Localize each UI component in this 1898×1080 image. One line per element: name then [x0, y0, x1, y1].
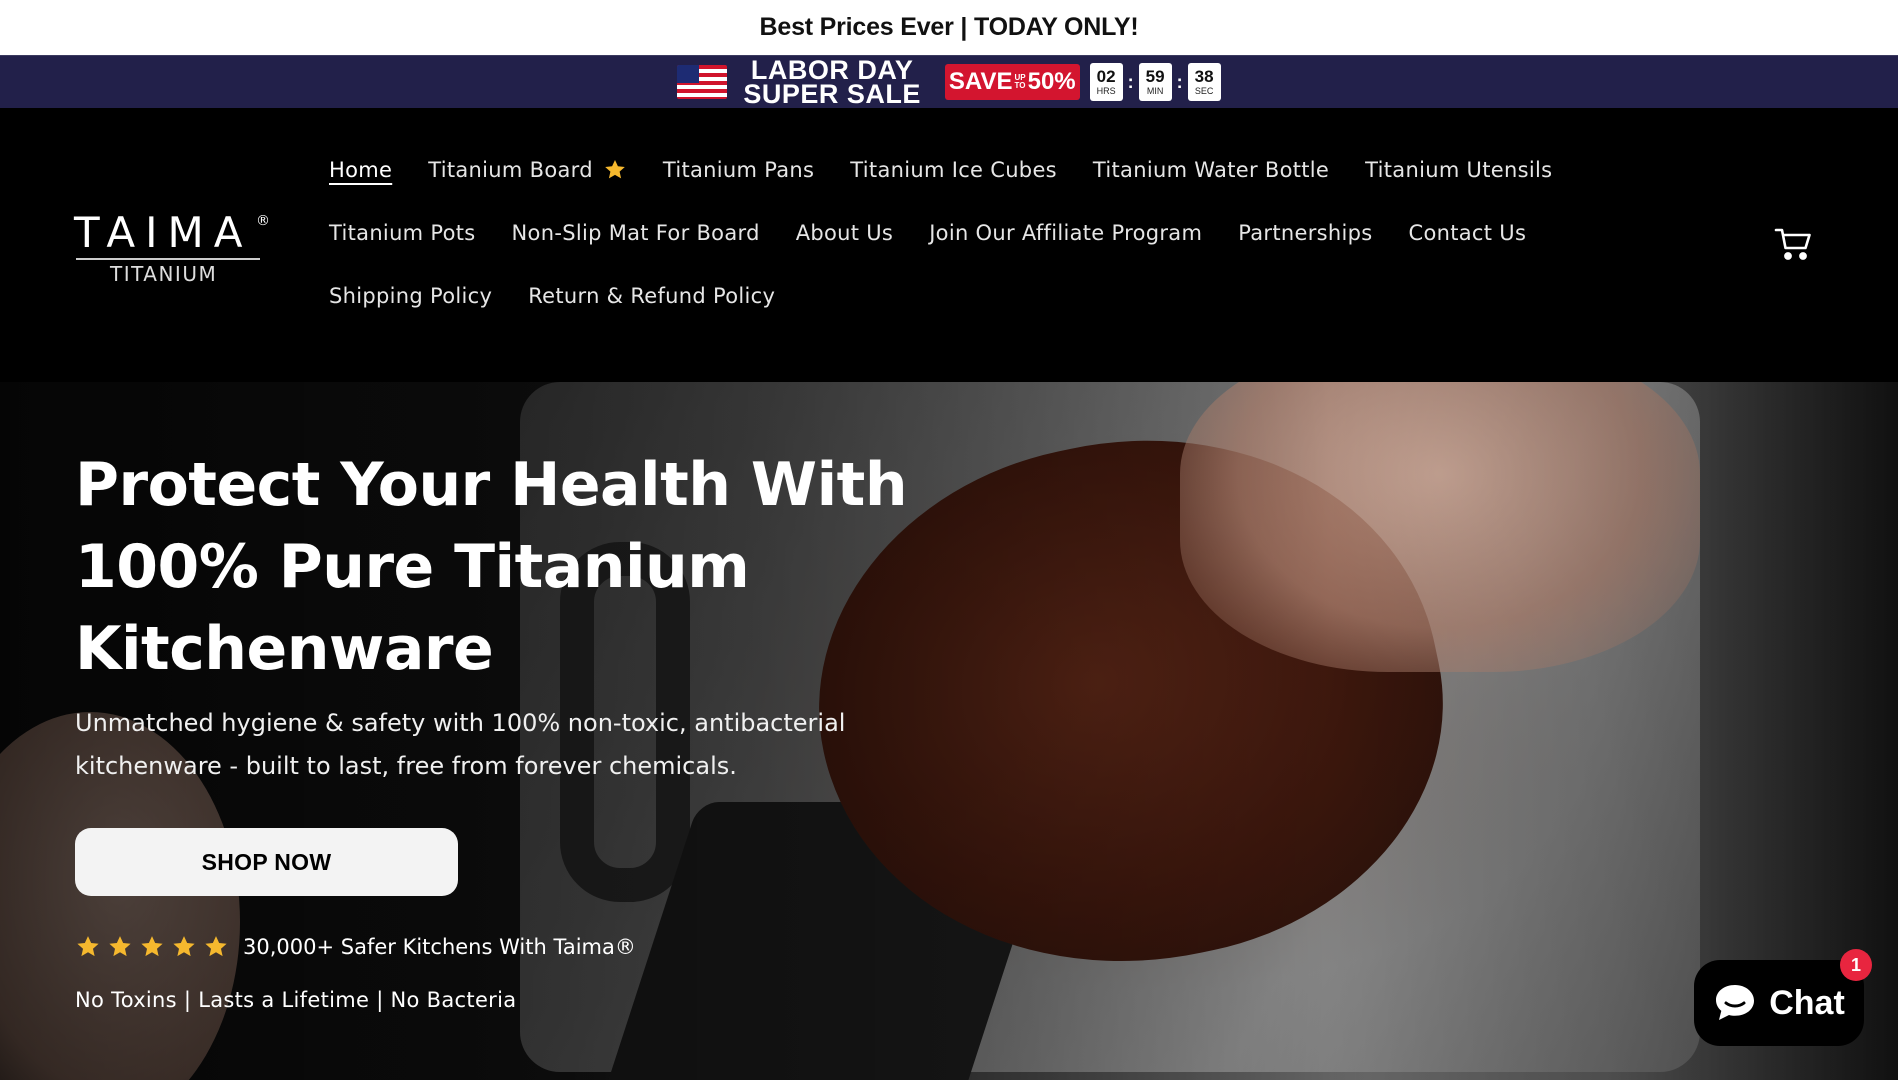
hero-features: No Toxins | Lasts a Lifetime | No Bacter… [75, 988, 517, 1012]
timer-separator: : [1127, 71, 1134, 92]
star-icon [205, 936, 227, 957]
hero-title-line2: 100% Pure Titanium [75, 532, 750, 602]
timer-hours-label: HRS [1096, 86, 1116, 96]
nav-link-home[interactable]: Home [329, 158, 392, 182]
nav-link-titanium-board[interactable]: Titanium Board [428, 158, 627, 182]
nav-link-label: Shipping Policy [329, 283, 493, 308]
logo-divider [76, 258, 260, 260]
nav-link-label: Titanium Utensils [1365, 157, 1553, 182]
announcement-text: Best Prices Ever | TODAY ONLY! [759, 13, 1139, 41]
nav-link-titanium-pans[interactable]: Titanium Pans [663, 158, 814, 182]
star-icon [173, 936, 195, 957]
hero-title-line3: Kitchenware [75, 614, 494, 684]
rating-row: 30,000+ Safer Kitchens With Taima® [75, 934, 975, 960]
timer-seconds-value: 38 [1194, 67, 1214, 86]
timer-hours: 02 HRS [1089, 63, 1123, 101]
star-icon [109, 936, 131, 957]
rating-text: 30,000+ Safer Kitchens With Taima® [243, 935, 636, 959]
nav-link-label: Titanium Ice Cubes [850, 157, 1057, 182]
announcement-bar: Best Prices Ever | TODAY ONLY! [0, 0, 1898, 55]
nav-link-label: Contact Us [1408, 220, 1527, 245]
nav-row-2: Titanium Pots Non-Slip Mat For Board Abo… [329, 201, 1659, 264]
nav-link-label: Join Our Affiliate Program [929, 220, 1203, 245]
hero-subtitle-line1: Unmatched hygiene & safety with 100% non… [75, 709, 846, 737]
chat-notification-badge: 1 [1840, 949, 1872, 981]
chat-button[interactable]: Chat [1694, 960, 1864, 1046]
logo-subtitle: TITANIUM [110, 262, 218, 286]
chat-bubble-icon [1716, 985, 1755, 1020]
hero-section: Protect Your Health With 100% Pure Titan… [0, 382, 1898, 1080]
nav-link-label: Titanium Water Bottle [1092, 157, 1330, 182]
cart-icon[interactable] [1774, 224, 1814, 264]
sale-banner[interactable]: LABOR DAY SUPER SALE SAVE UP TO 50% 02 H… [0, 55, 1898, 108]
nav-link-non-slip-mat[interactable]: Non-Slip Mat For Board [512, 221, 760, 245]
nav-link-label: Home [329, 157, 393, 182]
hero-title: Protect Your Health With 100% Pure Titan… [75, 444, 975, 690]
nav-link-titanium-pots[interactable]: Titanium Pots [329, 221, 476, 245]
timer-hours-value: 02 [1096, 67, 1116, 86]
sale-title-line2: SUPER SALE [743, 79, 921, 109]
nav-row-3: Shipping Policy Return & Refund Policy [329, 264, 1659, 327]
hero-subtitle-line2: kitchenware - built to last, free from f… [75, 752, 737, 780]
nav-row-1: Home Titanium Board Titanium Pans Titani… [329, 138, 1659, 201]
nav-link-titanium-utensils[interactable]: Titanium Utensils [1365, 158, 1552, 182]
site-header: TAIMA ® TITANIUM Home Titanium Board Tit… [0, 108, 1898, 382]
save-label: SAVE [948, 68, 1013, 95]
shop-now-label: SHOP NOW [201, 848, 332, 875]
hero-content: Protect Your Health With 100% Pure Titan… [75, 444, 975, 1012]
timer-minutes: 59 MIN [1138, 63, 1172, 101]
nav-link-return-refund-policy[interactable]: Return & Refund Policy [528, 284, 775, 308]
rating-stars [75, 934, 229, 960]
timer-minutes-value: 59 [1145, 67, 1165, 86]
nav-link-about-us[interactable]: About Us [796, 221, 893, 245]
nav-link-shipping-policy[interactable]: Shipping Policy [329, 284, 492, 308]
shop-now-button[interactable]: SHOP NOW [75, 828, 458, 896]
logo-wordmark: TAIMA [74, 208, 253, 257]
timer-seconds-label: SEC [1194, 86, 1214, 96]
sale-title: LABOR DAY SUPER SALE [743, 57, 921, 109]
save-percent: 50% [1027, 68, 1076, 95]
nav-link-label: Partnerships [1238, 220, 1373, 245]
hero-subtitle: Unmatched hygiene & safety with 100% non… [75, 702, 935, 788]
upto-label: UP TO [1014, 74, 1025, 90]
nav-link-titanium-water-bottle[interactable]: Titanium Water Bottle [1093, 158, 1329, 182]
upto-line2: TO [1014, 81, 1026, 90]
nav-link-partnerships[interactable]: Partnerships [1238, 221, 1372, 245]
us-flag-icon [677, 65, 728, 99]
taima-logo[interactable]: TAIMA ® TITANIUM [74, 210, 274, 290]
nav-link-label: Return & Refund Policy [528, 283, 776, 308]
hero-title-line1: Protect Your Health With [75, 450, 908, 520]
star-icon [141, 936, 163, 957]
nav-link-label: Titanium Board [428, 157, 593, 182]
timer-minutes-label: MIN [1146, 86, 1164, 96]
save-badge: SAVE UP TO 50% [944, 64, 1080, 100]
star-icon [77, 936, 99, 957]
logo-registered-mark: ® [256, 213, 270, 229]
nav-link-label: Titanium Pots [329, 220, 476, 245]
timer-separator: : [1176, 71, 1183, 92]
nav-link-titanium-ice-cubes[interactable]: Titanium Ice Cubes [850, 158, 1057, 182]
chat-label: Chat [1769, 983, 1845, 1022]
timer-seconds: 38 SEC [1187, 63, 1221, 101]
star-icon [605, 159, 625, 178]
nav-link-label: Titanium Pans [662, 157, 815, 182]
main-nav: Home Titanium Board Titanium Pans Titani… [329, 138, 1659, 327]
nav-link-label: About Us [795, 220, 894, 245]
nav-link-label: Non-Slip Mat For Board [511, 220, 760, 245]
nav-link-contact-us[interactable]: Contact Us [1409, 221, 1527, 245]
nav-link-affiliate-program[interactable]: Join Our Affiliate Program [929, 221, 1202, 245]
